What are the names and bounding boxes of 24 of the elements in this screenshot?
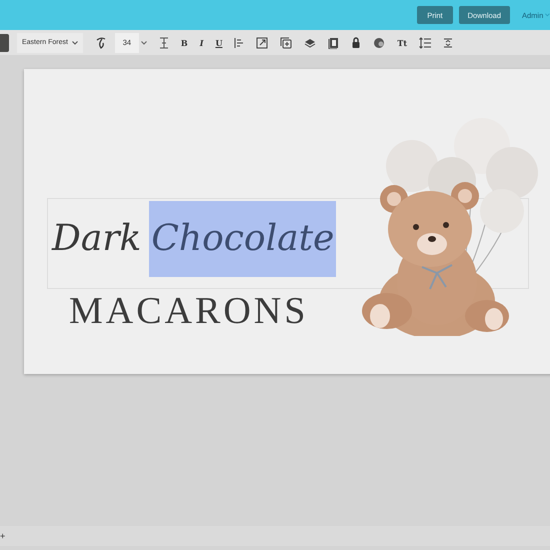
page-icon[interactable]: [328, 36, 340, 48]
text-height-icon[interactable]: [158, 36, 169, 48]
vertical-align-icon[interactable]: [443, 38, 454, 48]
color-swatch[interactable]: [0, 34, 9, 52]
format-button[interactable]: Tt: [397, 38, 408, 48]
chevron-down-icon: [72, 40, 78, 44]
line-spacing-icon[interactable]: [419, 36, 432, 48]
zoom-in-button[interactable]: +: [0, 531, 6, 541]
align-left-icon[interactable]: [234, 38, 244, 48]
duplicate-icon[interactable]: [280, 36, 292, 48]
design-canvas[interactable]: Dark Chocolate MACARONS: [24, 69, 550, 374]
subtitle-text[interactable]: MACARONS: [69, 289, 308, 333]
lock-icon[interactable]: [351, 36, 362, 48]
resize-icon[interactable]: [256, 36, 268, 48]
script-title-word[interactable]: Chocolate: [149, 201, 336, 277]
color-fill-icon[interactable]: [373, 36, 386, 48]
chevron-down-icon[interactable]: [140, 40, 147, 44]
script-title-word[interactable]: Dark: [50, 201, 144, 277]
format-button[interactable]: B: [180, 38, 188, 48]
layers-icon[interactable]: [304, 38, 316, 48]
chevron-down-icon: [545, 13, 550, 17]
format-button[interactable]: U: [215, 38, 222, 48]
format-button[interactable]: I: [200, 38, 204, 48]
script-font-icon[interactable]: [94, 36, 107, 48]
